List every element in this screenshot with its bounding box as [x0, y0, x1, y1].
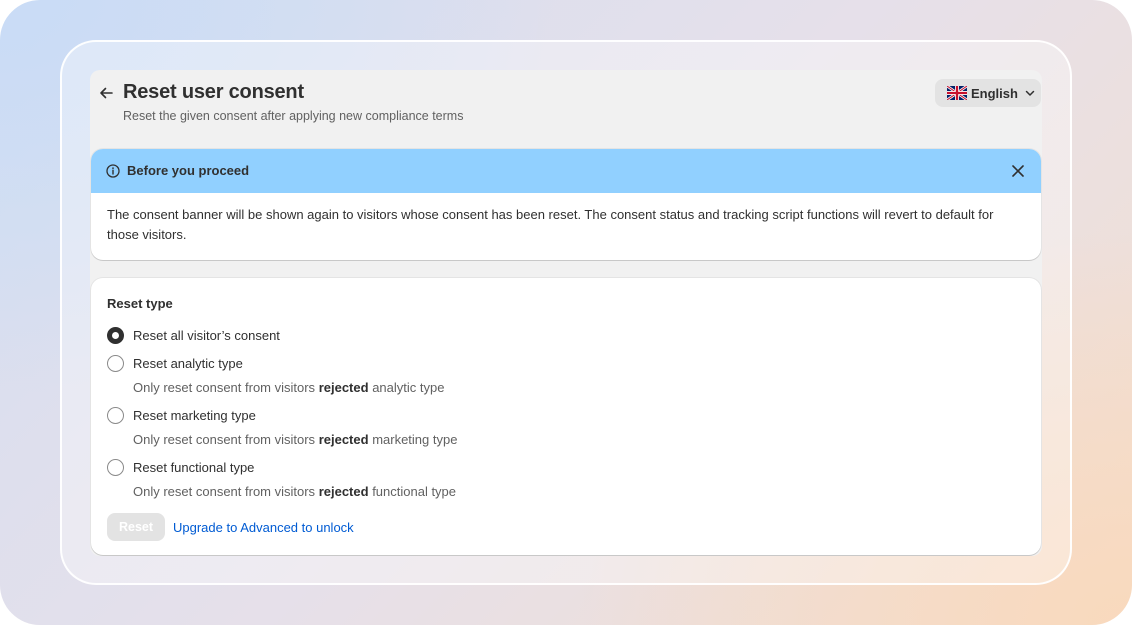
help-emphasis: rejected: [318, 484, 369, 499]
radio-button[interactable]: [107, 354, 124, 372]
arrow-left-icon: [100, 87, 113, 99]
back-button[interactable]: [96, 82, 116, 104]
radio-button[interactable]: [107, 406, 124, 424]
banner-title: Before you proceed: [127, 163, 250, 178]
radio-reset-analytic[interactable]: Reset analytic type: [107, 354, 243, 372]
help-prefix: Only reset consent from visitors: [133, 432, 316, 447]
radio-button[interactable]: [107, 458, 124, 476]
info-icon: [106, 164, 120, 178]
page-title: Reset user consent: [123, 81, 304, 103]
help-prefix: Only reset consent from visitors: [133, 484, 316, 499]
uk-flag-icon: [947, 86, 967, 100]
radio-reset-marketing[interactable]: Reset marketing type: [107, 406, 256, 424]
radio-help-text: Only reset consent from visitors rejecte…: [133, 484, 456, 499]
banner-header: Before you proceed: [91, 149, 1041, 193]
banner-close-button[interactable]: [1008, 161, 1028, 181]
radio-label: Reset all visitor’s consent: [133, 327, 280, 343]
warning-banner: Before you proceed The consent banner wi…: [91, 149, 1041, 260]
close-icon: [1012, 165, 1024, 177]
reset-button[interactable]: Reset: [107, 513, 165, 541]
reset-type-heading: Reset type: [107, 296, 173, 311]
banner-body-text: The consent banner will be shown again t…: [107, 207, 994, 242]
radio-button[interactable]: [107, 326, 124, 344]
help-emphasis: rejected: [318, 380, 369, 395]
radio-label: Reset marketing type: [133, 407, 256, 423]
radio-reset-functional[interactable]: Reset functional type: [107, 458, 254, 476]
page-subtitle: Reset the given consent after applying n…: [123, 109, 464, 123]
reset-consent-page: Reset user consent Reset the given conse…: [90, 70, 1042, 556]
help-prefix: Only reset consent from visitors: [133, 380, 316, 395]
radio-help-text: Only reset consent from visitors rejecte…: [133, 432, 457, 447]
help-suffix: analytic type: [372, 380, 445, 395]
radio-label: Reset functional type: [133, 459, 255, 475]
language-selector[interactable]: English: [935, 79, 1041, 107]
radio-label: Reset analytic type: [133, 355, 243, 371]
upgrade-link[interactable]: Upgrade to Advanced to unlock: [173, 520, 354, 535]
radio-reset-all[interactable]: Reset all visitor’s consent: [107, 326, 280, 344]
help-suffix: functional type: [372, 484, 457, 499]
reset-type-card: Reset type Reset all visitor’s consent R…: [91, 278, 1041, 555]
language-label: English: [971, 85, 1018, 101]
help-suffix: marketing type: [372, 432, 458, 447]
help-emphasis: rejected: [318, 432, 369, 447]
chevron-down-icon: [1025, 90, 1035, 96]
radio-help-text: Only reset consent from visitors rejecte…: [133, 380, 444, 395]
